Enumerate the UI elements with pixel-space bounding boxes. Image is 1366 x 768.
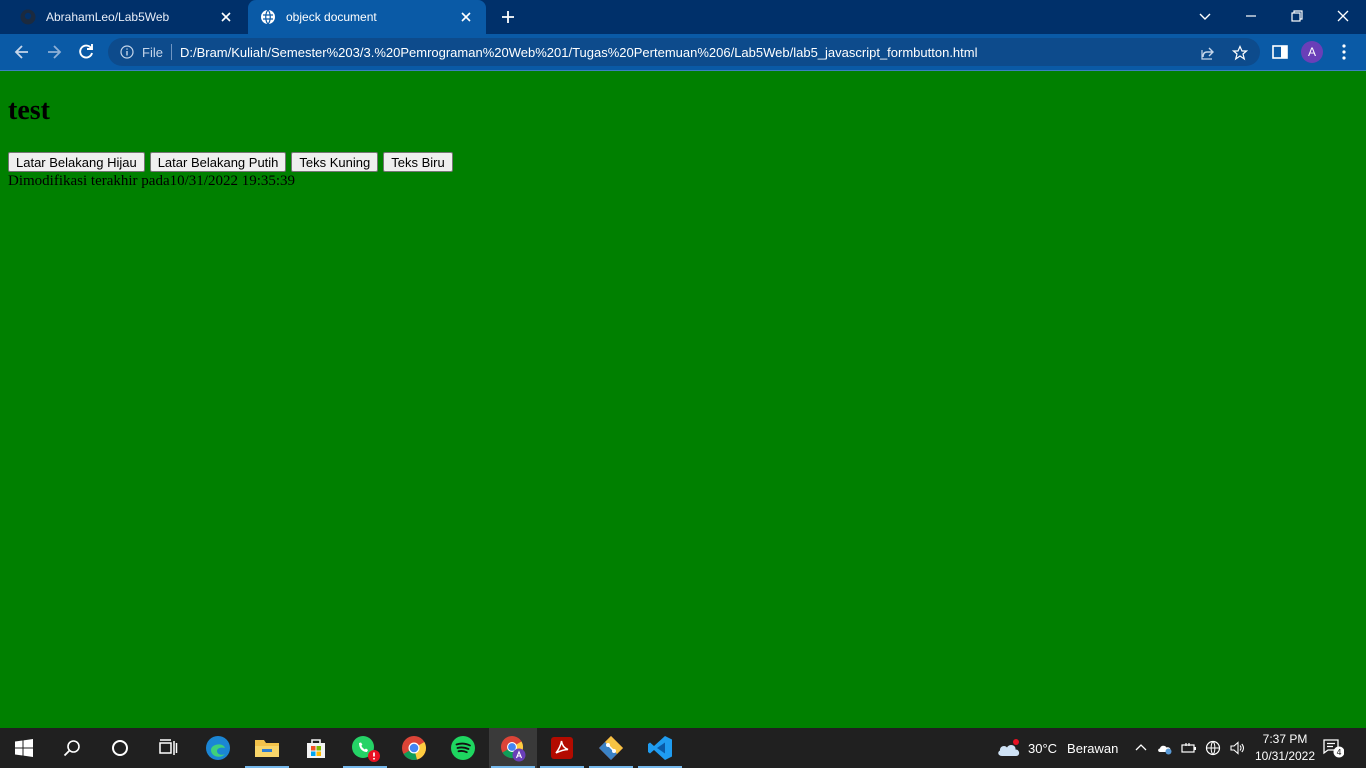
share-icon[interactable]: [1200, 45, 1216, 61]
browser-tab-strip: AbrahamLeo/Lab5Web objeck document: [0, 0, 1366, 34]
clock-time: 7:37 PM: [1262, 732, 1308, 746]
button-row: Latar Belakang Hijau Latar Belakang Puti…: [8, 152, 453, 172]
git-icon: [599, 736, 623, 760]
taskbar-app-store[interactable]: [292, 728, 340, 768]
close-tab-icon[interactable]: [218, 9, 234, 25]
page-viewport: test Latar Belakang Hijau Latar Belakang…: [0, 71, 1366, 728]
windows-taskbar: 30°C Berawan 7:37 PM 10/31/2022 4: [0, 728, 1366, 768]
onedrive-sync-icon[interactable]: [1157, 740, 1173, 756]
info-icon[interactable]: [120, 45, 134, 59]
start-button[interactable]: [0, 728, 48, 768]
protocol-label: File: [142, 44, 163, 60]
taskbar-app-spotify[interactable]: [439, 728, 487, 768]
task-view-icon: [159, 739, 178, 755]
chevron-up-icon[interactable]: [1133, 740, 1149, 756]
store-icon: [307, 739, 325, 758]
system-clock[interactable]: 7:37 PM 10/31/2022: [1246, 731, 1324, 765]
notification-center-icon[interactable]: 4: [1322, 738, 1344, 758]
vscode-icon: [648, 736, 672, 760]
edge-icon: [206, 736, 230, 760]
menu-kebab-icon[interactable]: [1334, 42, 1354, 62]
network-globe-icon[interactable]: [1205, 740, 1221, 756]
chrome-profile-icon: [501, 736, 526, 762]
taskbar-app-chrome-profile[interactable]: [489, 728, 537, 768]
page-heading: test: [8, 95, 50, 126]
spotify-icon: [451, 736, 475, 760]
yellow-text-button[interactable]: Teks Kuning: [291, 152, 379, 172]
close-window-icon[interactable]: [1335, 8, 1351, 24]
last-modified-text: Dimodifikasi terakhir pada10/31/2022 19:…: [8, 173, 296, 189]
task-view-button[interactable]: [144, 728, 192, 768]
taskbar-app-file-explorer[interactable]: [243, 728, 291, 768]
tab-title: AbrahamLeo/Lab5Web: [46, 10, 170, 24]
weather-widget[interactable]: 30°C Berawan: [996, 728, 1118, 768]
search-icon: [63, 740, 80, 757]
white-background-button[interactable]: Latar Belakang Putih: [149, 152, 287, 172]
forward-icon[interactable]: [44, 42, 64, 62]
green-background-button[interactable]: Latar Belakang Hijau: [8, 152, 145, 172]
start-icon: [15, 739, 33, 757]
tab-github[interactable]: AbrahamLeo/Lab5Web: [8, 0, 246, 34]
side-panel-icon[interactable]: [1270, 42, 1290, 62]
reload-icon[interactable]: [76, 42, 96, 62]
back-icon[interactable]: [12, 42, 32, 62]
whatsapp-icon: [352, 736, 380, 762]
taskbar-app-git[interactable]: [587, 728, 635, 768]
notification-count: 4: [1336, 748, 1341, 757]
tab-search-chevron-icon[interactable]: [1197, 8, 1213, 24]
close-tab-icon[interactable]: [458, 9, 474, 25]
github-icon: [20, 9, 36, 25]
volume-icon[interactable]: [1229, 740, 1245, 756]
chrome-icon: [402, 736, 426, 760]
bookmark-star-icon[interactable]: [1232, 45, 1248, 61]
globe-icon: [261, 9, 275, 25]
blue-text-button[interactable]: Teks Biru: [383, 152, 453, 172]
clock-date: 10/31/2022: [1254, 749, 1316, 763]
taskbar-app-vscode[interactable]: [636, 728, 684, 768]
browser-toolbar: File D:/Bram/Kuliah/Semester%203/3.%20Pe…: [0, 34, 1366, 71]
taskbar-app-edge[interactable]: [194, 728, 242, 768]
cloudy-weather-icon: [998, 739, 1020, 756]
new-tab-icon[interactable]: [500, 9, 516, 25]
tab-title: objeck document: [286, 10, 377, 24]
search-button[interactable]: [48, 728, 96, 768]
cortana-button[interactable]: [96, 728, 144, 768]
file-explorer-icon: [255, 740, 279, 757]
acrobat-icon: [551, 737, 573, 759]
cortana-icon: [112, 740, 128, 756]
address-bar[interactable]: File D:/Bram/Kuliah/Semester%203/3.%20Pe…: [108, 38, 1260, 66]
minimize-icon[interactable]: [1243, 8, 1259, 24]
battery-plug-icon[interactable]: [1181, 740, 1197, 756]
taskbar-app-whatsapp[interactable]: [341, 728, 389, 768]
profile-avatar[interactable]: A: [1301, 41, 1323, 63]
tab-objeck-document[interactable]: objeck document: [248, 0, 486, 34]
weather-temperature: 30°C: [1028, 740, 1058, 756]
taskbar-app-acrobat[interactable]: [538, 728, 586, 768]
taskbar-app-chrome[interactable]: [390, 728, 438, 768]
url-text[interactable]: D:/Bram/Kuliah/Semester%203/3.%20Pemrogr…: [180, 45, 978, 60]
restore-icon[interactable]: [1289, 8, 1305, 24]
address-separator: [170, 44, 172, 60]
weather-condition: Berawan: [1067, 740, 1119, 756]
